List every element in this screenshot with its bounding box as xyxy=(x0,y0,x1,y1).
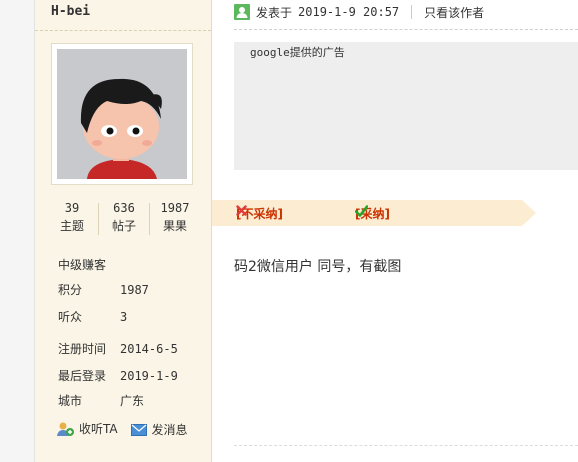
stat-value: 636 xyxy=(113,201,135,215)
post-content: 码2微信用户 同号，有截图 xyxy=(234,259,402,275)
follow-label: 收听TA xyxy=(79,422,118,436)
accept-button[interactable]: [采纳] xyxy=(355,205,390,222)
follow-button[interactable]: 收听TA xyxy=(57,420,118,437)
post-header: 发表于 2019-1-9 20:57 只看该作者 xyxy=(234,3,484,21)
left-gutter xyxy=(0,0,35,462)
posted-label: 发表于 xyxy=(256,5,293,20)
message-label: 发消息 xyxy=(151,423,188,437)
avatar[interactable] xyxy=(51,43,193,185)
field-key: 城市 xyxy=(58,394,83,408)
ad-box[interactable]: google提供的广告 xyxy=(234,42,578,170)
author-name[interactable]: H-bei xyxy=(51,4,90,19)
author-only-link[interactable]: 只看该作者 xyxy=(424,4,484,21)
stat-posts[interactable]: 636 帖子 xyxy=(99,199,149,235)
author-actions: 收听TA 发消息 xyxy=(57,420,197,440)
field-value: 2014-6-5 xyxy=(120,342,178,356)
user-rank[interactable]: 中级赚客 xyxy=(58,256,106,273)
field-key: 最后登录 xyxy=(58,369,107,383)
author-stats: 39 主题 636 帖子 1987 果果 xyxy=(47,199,199,239)
field-last-login: 最后登录 2019-1-9 xyxy=(58,367,208,384)
ad-label: google提供的广告 xyxy=(250,46,345,59)
check-icon xyxy=(355,205,368,217)
field-key: 积分 xyxy=(58,283,83,297)
avatar-image xyxy=(57,49,187,179)
field-value: 3 xyxy=(120,310,128,324)
post-main: 发表于 2019-1-9 20:57 只看该作者 google提供的广告 [不采… xyxy=(212,0,578,462)
bracket: ] xyxy=(384,207,390,221)
x-icon xyxy=(236,205,247,216)
field-listeners: 听众 3 xyxy=(58,308,208,325)
divider xyxy=(411,5,413,19)
field-city: 城市 广东 xyxy=(58,392,208,409)
stat-value: 1987 xyxy=(160,201,190,215)
stat-points[interactable]: 1987 果果 xyxy=(150,199,200,235)
field-value: 2019-1-9 xyxy=(120,369,178,383)
field-registered: 注册时间 2014-6-5 xyxy=(58,340,208,357)
message-button[interactable]: 发消息 xyxy=(131,421,187,438)
stat-label: 果果 xyxy=(162,219,187,233)
stat-label: 帖子 xyxy=(111,219,136,233)
posted-time: 2019-1-9 20:57 xyxy=(298,5,400,19)
stat-label: 主题 xyxy=(59,219,84,233)
stat-topics[interactable]: 39 主题 xyxy=(47,199,97,235)
field-score: 积分 1987 xyxy=(58,281,208,298)
field-key: 听众 xyxy=(58,310,83,324)
divider xyxy=(35,30,211,31)
field-value: 1987 xyxy=(120,283,149,297)
online-status-icon xyxy=(234,4,250,20)
field-value: 广东 xyxy=(120,394,145,408)
bracket: ] xyxy=(277,207,283,221)
follow-icon xyxy=(57,422,74,436)
field-key: 注册时间 xyxy=(58,342,107,356)
divider xyxy=(234,29,578,30)
envelope-icon xyxy=(131,423,148,436)
divider xyxy=(234,445,578,446)
reject-button[interactable]: [不采纳] xyxy=(236,205,283,222)
stat-value: 39 xyxy=(64,201,80,215)
vote-bar: [不采纳] [采纳] xyxy=(212,200,536,226)
author-sidebar: H-bei 39 主题 636 帖子 1987 果果 中级赚客 积分 1987 … xyxy=(35,0,212,462)
